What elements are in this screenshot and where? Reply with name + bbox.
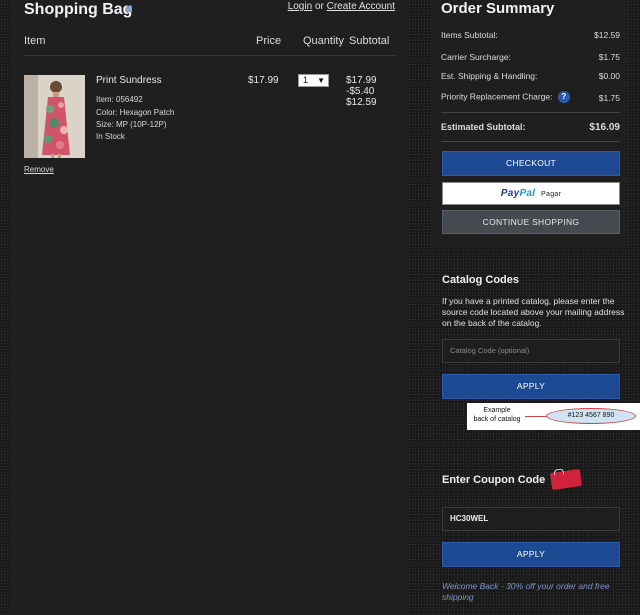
page-title: Shopping Bag [24, 1, 133, 18]
chevron-down-icon: ▼ [317, 76, 325, 85]
coupon-code-input[interactable]: HC30WEL [442, 507, 620, 531]
column-header-quantity: Quantity [303, 35, 344, 47]
summary-label: Est. Shipping & Handling: [441, 71, 538, 81]
column-header-item: Item [24, 35, 46, 47]
login-link[interactable]: Login [288, 1, 312, 12]
estimated-subtotal-row: Estimated Subtotal: $16.09 [441, 122, 620, 133]
shopping-bag-panel: Shopping Bag Login or Create Account Ite… [10, 0, 408, 615]
example-pointer-line [525, 416, 547, 417]
summary-divider [441, 112, 620, 113]
order-summary-title: Order Summary [441, 0, 555, 17]
or-text: or [314, 1, 324, 12]
coupon-welcome-message: Welcome Back - 30% off your order and fr… [442, 581, 610, 602]
summary-row-items-subtotal: Items Subtotal: $12.59 [441, 30, 620, 40]
catalog-description: If you have a printed catalog, please en… [442, 296, 625, 328]
product-name[interactable]: Print Sundress [96, 75, 162, 86]
help-icon[interactable]: ? [557, 91, 570, 103]
summary-label: Items Subtotal: [441, 30, 498, 40]
summary-label: Carrier Surcharge: [441, 52, 511, 62]
checkout-button[interactable]: CHECKOUT [442, 151, 620, 176]
estimated-subtotal-label: Estimated Subtotal: [441, 122, 526, 132]
paypal-suffix: Pagar [541, 191, 562, 198]
subtotal-original: $17.99 [346, 75, 377, 86]
create-account-link[interactable]: Create Account [327, 1, 395, 12]
summary-row-shipping: Est. Shipping & Handling: $0.00 [441, 71, 620, 81]
quantity-select[interactable]: 1 ▼ [298, 74, 329, 87]
catalog-apply-button[interactable]: APPLY [442, 374, 620, 399]
quantity-value: 1 [303, 75, 309, 85]
example-code-number: #123 4567 890 [546, 408, 636, 424]
paypal-logo-pay: Pay [500, 188, 520, 199]
example-label-line-1: Example [483, 407, 511, 414]
subtotal-final: $12.59 [346, 97, 377, 108]
lock-icon [126, 6, 132, 12]
example-label-line-2: back of catalog [473, 416, 521, 423]
item-number: Item: 056492 [96, 95, 143, 104]
header-divider [24, 55, 395, 56]
coupon-tag-icon [549, 468, 583, 491]
summary-value: $12.59 [594, 30, 620, 40]
catalog-code-input[interactable]: Catalog Code (optional) [442, 339, 620, 363]
summary-label: Priority Replacement Charge: [441, 91, 553, 102]
column-header-subtotal: Subtotal [349, 35, 390, 47]
catalog-codes-title: Catalog Codes [442, 274, 520, 286]
remove-link[interactable]: Remove [24, 165, 54, 174]
estimated-subtotal-value: $16.09 [589, 122, 620, 133]
paypal-logo-pal: Pal [519, 188, 536, 199]
summary-value: $0.00 [598, 71, 620, 81]
item-price: $17.99 [248, 75, 279, 86]
subtotal-discount: -$5.40 [346, 86, 375, 97]
summary-row-carrier-surcharge: Carrier Surcharge: $1.75 [441, 52, 620, 62]
coupon-code-title: Enter Coupon Code [442, 474, 546, 486]
summary-row-priority-replacement: Priority Replacement Charge: ? $1.75 [441, 91, 620, 103]
paypal-button[interactable]: PayPal Pagar [442, 182, 620, 205]
item-color: Color: Hexagon Patch [96, 108, 175, 117]
product-image[interactable] [24, 75, 85, 158]
summary-value: $1.75 [598, 93, 620, 103]
account-links: Login or Create Account [288, 1, 395, 12]
catalog-example-image: Example back of catalog #123 4567 890 [467, 403, 640, 430]
example-label: Example back of catalog [467, 406, 527, 424]
summary-value: $1.75 [598, 52, 620, 62]
continue-shopping-button[interactable]: CONTINUE SHOPPING [442, 210, 620, 234]
summary-divider [441, 141, 620, 142]
item-stock-status: In Stock [96, 132, 125, 141]
coupon-apply-button[interactable]: APPLY [442, 542, 620, 567]
column-header-price: Price [256, 35, 282, 47]
item-size: Size: MP (10P-12P) [96, 120, 167, 129]
